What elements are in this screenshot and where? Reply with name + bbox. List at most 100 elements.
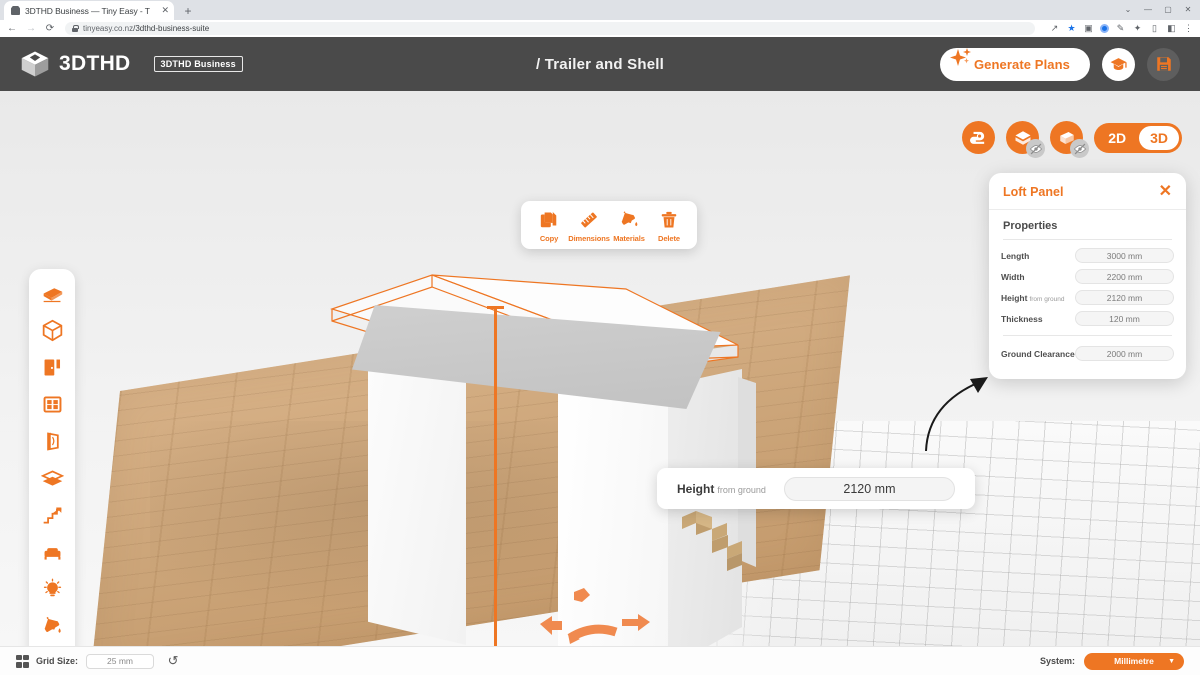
materials-tool[interactable] <box>34 608 70 644</box>
cube-logo-icon <box>20 50 50 78</box>
tab-favicon <box>11 6 20 15</box>
3d-viewport[interactable]: Copy Dimensions Materials Delete 2D 3D L… <box>0 91 1200 646</box>
scene-stairs[interactable] <box>682 509 744 579</box>
browser-tab[interactable]: 3DTHD Business — Tiny Easy - T ✕ <box>4 1 174 20</box>
floppy-disk-icon <box>1156 57 1171 71</box>
extension-icons: ↗ ★ ▣ ✎ ✦ ▯ ◧ ⋮ <box>1049 23 1194 34</box>
view-mode-toggle[interactable]: 2D 3D <box>1094 122 1182 153</box>
door-icon <box>44 359 60 375</box>
new-tab-button[interactable]: + <box>180 3 196 19</box>
height-callout: Height from ground 2120 mm <box>657 468 975 509</box>
panel-divider-top <box>1003 239 1172 240</box>
sync-icon[interactable] <box>1100 24 1109 33</box>
properties-heading: Properties <box>1003 220 1058 232</box>
address-bar[interactable]: tinyeasy.co.nz/3dthd-business-suite <box>65 22 1035 35</box>
reload-icon[interactable]: ⟳ <box>44 23 56 35</box>
door-tool[interactable] <box>34 349 70 385</box>
screenshot-icon[interactable]: ▣ <box>1083 23 1094 34</box>
toggle-2d[interactable]: 2D <box>1097 126 1137 150</box>
url-text: tinyeasy.co.nz/3dthd-business-suite <box>83 24 209 33</box>
paint-bucket-icon <box>618 209 640 231</box>
roof-visibility-button[interactable] <box>1006 121 1046 158</box>
lighting-tool[interactable] <box>34 571 70 607</box>
window-close-icon[interactable]: ✕ <box>1178 2 1198 16</box>
chevron-down-icon: ▼ <box>1168 657 1175 665</box>
width-field[interactable]: 2200 mm <box>1075 269 1174 284</box>
move-rotate-gizmo[interactable] <box>540 586 650 646</box>
thickness-label: Thickness <box>1001 313 1043 324</box>
view-controls: 2D 3D <box>962 121 1182 158</box>
width-label: Width <box>1001 271 1025 282</box>
trailer-base-tool[interactable] <box>34 275 70 311</box>
height-measurement-line <box>487 306 504 646</box>
unit-system-dropdown[interactable]: Millimetre ▼ <box>1084 652 1184 670</box>
sparkles-icon <box>947 46 973 72</box>
loft-panel-header: Loft Panel ✕ <box>989 173 1186 210</box>
save-button[interactable] <box>1147 47 1180 81</box>
context-toolbar: Copy Dimensions Materials Delete <box>521 201 697 249</box>
stairs-tool[interactable] <box>34 497 70 533</box>
back-icon[interactable]: ← <box>6 23 18 35</box>
loft-layers-tool[interactable] <box>34 460 70 496</box>
app-logo[interactable]: 3DTHD 3DTHD Business <box>20 50 243 78</box>
materials-button[interactable]: Materials <box>611 209 647 243</box>
thickness-field[interactable]: 120 mm <box>1075 311 1174 326</box>
dimensions-button[interactable]: Dimensions <box>568 209 610 243</box>
close-icon[interactable]: ✕ <box>1159 183 1172 199</box>
browser-menu-icon[interactable]: ⋮ <box>1183 23 1194 34</box>
header-actions: Generate Plans <box>939 46 1180 81</box>
copy-button[interactable]: Copy <box>531 209 567 243</box>
copy-label: Copy <box>539 234 559 243</box>
plan-badge: 3DTHD Business <box>153 56 243 72</box>
bookmark-star-icon[interactable]: ★ <box>1066 23 1077 34</box>
extensions-puzzle-icon[interactable]: ✦ <box>1132 23 1143 34</box>
length-field[interactable]: 3000 mm <box>1075 248 1174 263</box>
browser-navbar: ← → ⟳ tinyeasy.co.nz/3dthd-business-suit… <box>0 20 1200 37</box>
property-row-width: Width 2200 mm <box>989 267 1186 286</box>
loft-panel-title: Loft Panel <box>1003 185 1064 199</box>
window-tool[interactable] <box>34 386 70 422</box>
visibility-off-badge-2 <box>1070 139 1090 158</box>
window-maximize-icon[interactable]: ▢ <box>1158 2 1178 16</box>
paint-bucket-tool-icon <box>44 616 61 633</box>
forward-icon[interactable]: → <box>25 23 37 35</box>
dimensions-label: Dimensions <box>568 234 610 243</box>
loft-layers-icon <box>40 469 64 486</box>
ground-clearance-field[interactable]: 2000 mm <box>1075 346 1174 361</box>
app-header: 3DTHD 3DTHD Business / Trailer and Shell… <box>0 37 1200 91</box>
window-minimize-icon[interactable]: — <box>1138 2 1158 16</box>
unit-system-value: Millimetre <box>1114 656 1154 666</box>
grid-size-input[interactable]: 25 mm <box>86 653 155 669</box>
brand-name: 3DTHD <box>59 52 131 75</box>
trailer-base-icon <box>43 287 62 302</box>
profile-avatar-icon[interactable]: ◧ <box>1166 23 1177 34</box>
shell-box-icon <box>42 319 62 341</box>
generate-plans-button[interactable]: Generate Plans <box>939 46 1090 81</box>
eyedropper-icon[interactable]: ✎ <box>1115 23 1126 34</box>
ground-clearance-label: Ground Clearance <box>1001 348 1075 359</box>
walls-visibility-button[interactable] <box>1050 121 1090 158</box>
delete-button[interactable]: Delete <box>651 209 687 243</box>
url-host: tinyeasy.co.nz <box>83 24 134 33</box>
wall-panel-icon <box>46 431 59 451</box>
furniture-tool[interactable] <box>34 534 70 570</box>
status-bar: Grid Size: 25 mm ↺ System: Millimetre ▼ <box>0 646 1200 675</box>
callout-value-field[interactable]: 2120 mm <box>783 476 955 501</box>
side-panel-icon[interactable]: ▯ <box>1149 23 1160 34</box>
tab-close-icon[interactable]: ✕ <box>161 6 169 15</box>
share-icon[interactable]: ↗ <box>1049 23 1060 34</box>
tape-measure-icon <box>970 131 985 144</box>
reset-grid-icon[interactable]: ↺ <box>164 652 182 670</box>
shell-box-tool[interactable] <box>34 312 70 348</box>
delete-label: Delete <box>658 234 680 243</box>
toggle-3d[interactable]: 3D <box>1139 125 1179 150</box>
height-field[interactable]: 2120 mm <box>1075 290 1174 305</box>
learn-button[interactable] <box>1102 47 1135 81</box>
copy-icon <box>538 209 560 231</box>
height-sublabel: from ground <box>1029 295 1065 303</box>
wall-panel-tool[interactable] <box>34 423 70 459</box>
tab-title: 3DTHD Business — Tiny Easy - T <box>25 5 150 16</box>
eye-slash-icon <box>1029 143 1042 154</box>
window-restore-icon[interactable]: ⌄ <box>1118 2 1138 16</box>
measure-tape-button[interactable] <box>962 121 996 154</box>
